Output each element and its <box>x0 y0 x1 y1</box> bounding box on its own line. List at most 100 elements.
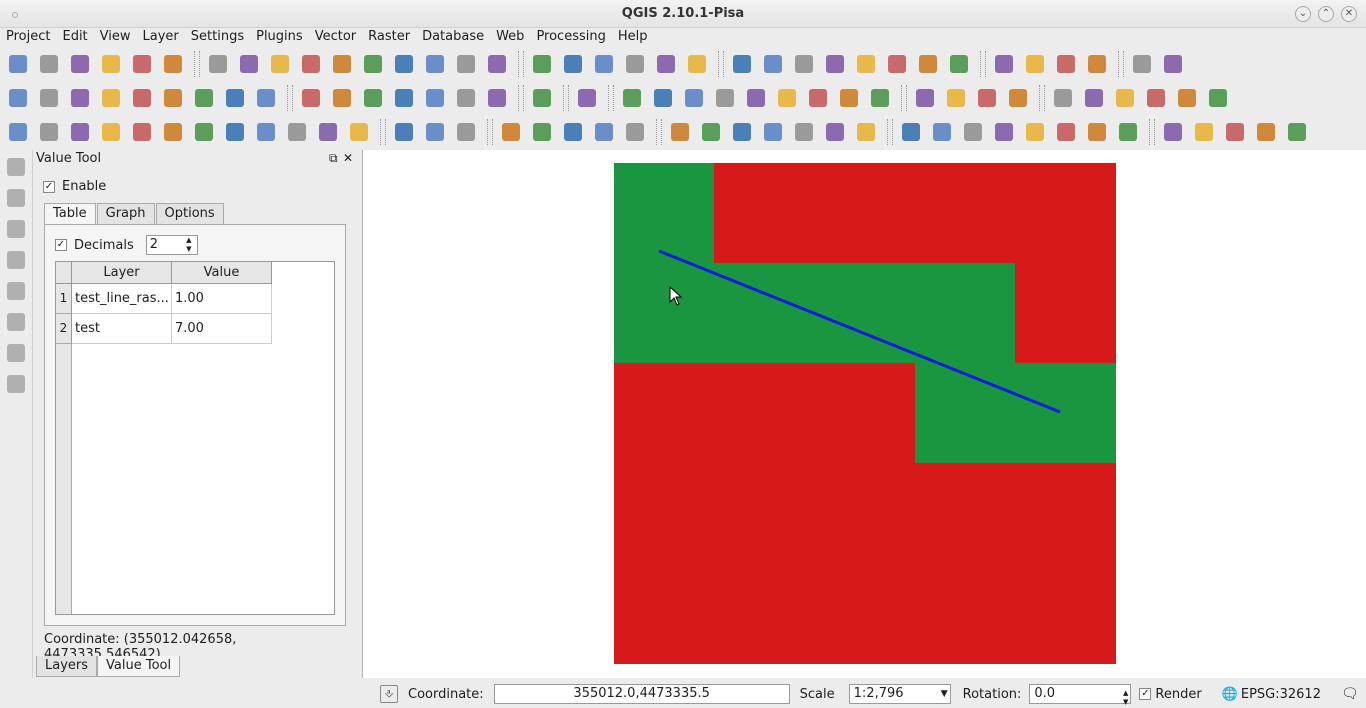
refresh-icon[interactable] <box>528 50 556 78</box>
menu-help[interactable]: Help <box>612 28 654 46</box>
add-feature-icon[interactable] <box>97 84 125 112</box>
zoom-plugin-icon[interactable] <box>559 118 587 146</box>
menu-edit[interactable]: Edit <box>56 28 93 46</box>
add-vertex-icon[interactable] <box>4 118 32 146</box>
wkt-tool-icon[interactable] <box>804 84 832 112</box>
map-plugin-icon[interactable] <box>421 118 449 146</box>
coordinate-field[interactable]: 355012.0,4473335.5 <box>493 684 790 704</box>
measure-tool-icon[interactable] <box>590 50 618 78</box>
zoom-layer-icon[interactable] <box>421 50 449 78</box>
search-icon[interactable] <box>897 118 925 146</box>
decimals-checkbox[interactable]: ✓ <box>55 239 67 251</box>
column-header-value[interactable]: Value <box>172 262 272 284</box>
pin-labels-icon[interactable] <box>390 84 418 112</box>
rotation-spinbox[interactable]: 0.0 ▲ ▼ <box>1029 684 1132 706</box>
zoom-last-icon[interactable] <box>452 50 480 78</box>
dock-close-icon[interactable]: ✕ <box>343 150 353 167</box>
scatter-icon[interactable] <box>728 118 756 146</box>
minimize-icon[interactable]: ⌄ <box>1295 6 1311 22</box>
edit-raster-icon[interactable] <box>942 84 970 112</box>
pan-icon[interactable] <box>204 50 232 78</box>
expression-select-icon[interactable] <box>683 50 711 78</box>
composer-manager-icon[interactable] <box>159 50 187 78</box>
zoom-out-icon[interactable] <box>297 50 325 78</box>
identify-plugin-icon[interactable] <box>680 84 708 112</box>
tool-icon[interactable] <box>1021 118 1049 146</box>
tool-icon[interactable] <box>1128 50 1156 78</box>
sun-alt-icon[interactable] <box>1173 84 1201 112</box>
layer-add-star-icon[interactable] <box>2 184 30 212</box>
menu-vector[interactable]: Vector <box>309 28 362 46</box>
render-checkbox[interactable]: ✓ <box>1139 688 1152 700</box>
profile-icon[interactable] <box>1049 84 1077 112</box>
globe-crs-icon[interactable]: 🌐 <box>1222 687 1238 702</box>
close-icon[interactable]: ✕ <box>1341 6 1357 22</box>
plugin-d-icon[interactable] <box>528 118 556 146</box>
tool-icon[interactable] <box>1252 118 1280 146</box>
hammer-icon[interactable] <box>2 308 30 336</box>
plugin-g-icon[interactable] <box>852 118 880 146</box>
decimals-spinbox[interactable]: 2 ▲ ▼ <box>145 235 198 255</box>
copy-left-icon[interactable] <box>2 370 30 398</box>
db-manager-icon[interactable] <box>573 84 601 112</box>
identify-icon[interactable] <box>559 50 587 78</box>
select-features-icon[interactable] <box>621 50 649 78</box>
toggle-editing-icon[interactable] <box>35 84 63 112</box>
save-as-icon[interactable] <box>97 50 125 78</box>
flame-icon[interactable] <box>790 118 818 146</box>
label-tool-icon[interactable] <box>359 84 387 112</box>
rotate-label-icon[interactable] <box>483 84 511 112</box>
save-edits-icon[interactable] <box>66 84 94 112</box>
globe-icon[interactable] <box>66 118 94 146</box>
csw-icon[interactable] <box>618 84 646 112</box>
table-left-icon[interactable] <box>2 339 30 367</box>
menu-database[interactable]: Database <box>416 28 490 46</box>
layer-remove-icon[interactable] <box>2 215 30 243</box>
statistics-icon[interactable] <box>759 50 787 78</box>
menu-project[interactable]: Project <box>0 28 56 46</box>
plugin-f-icon[interactable] <box>759 118 787 146</box>
annotation-icon[interactable] <box>852 50 880 78</box>
zoom-selection-icon[interactable] <box>390 50 418 78</box>
messages-icon[interactable]: 🗨 <box>1341 686 1359 702</box>
show-hide-labels-icon[interactable] <box>421 84 449 112</box>
curve-tool-icon[interactable] <box>1080 84 1108 112</box>
vertex-menu-icon[interactable] <box>283 118 311 146</box>
add-point-icon[interactable] <box>911 84 939 112</box>
show-bookmarks-icon[interactable] <box>914 50 942 78</box>
tab-options[interactable]: Options <box>155 203 224 225</box>
python-console-icon[interactable] <box>649 84 677 112</box>
text-annotation-icon[interactable] <box>945 50 973 78</box>
table-cell-layer[interactable]: test_line_ras... <box>72 284 172 314</box>
layer-labeling-icon[interactable] <box>328 84 356 112</box>
table-cell-value[interactable]: 1.00 <box>172 284 272 314</box>
gears-icon[interactable] <box>928 118 956 146</box>
edit-pencil-icon[interactable] <box>4 84 32 112</box>
column-header-layer[interactable]: Layer <box>72 262 172 284</box>
vector-node-icon[interactable] <box>2 246 30 274</box>
delete-selected-icon[interactable] <box>190 84 218 112</box>
grid-icon[interactable] <box>35 118 63 146</box>
menu-view[interactable]: View <box>94 28 137 46</box>
layer-add-icon[interactable] <box>128 118 156 146</box>
spin-down-icon[interactable]: ▼ <box>182 245 196 254</box>
maximize-icon[interactable]: ⌃ <box>1318 6 1334 22</box>
attribute-table-icon[interactable] <box>728 50 756 78</box>
plugin-a-icon[interactable] <box>314 118 342 146</box>
plugin-h-icon[interactable] <box>959 118 987 146</box>
measure-icon[interactable] <box>821 50 849 78</box>
move-label-icon[interactable] <box>452 84 480 112</box>
world-wms-icon[interactable] <box>159 118 187 146</box>
zoom-full-icon[interactable] <box>359 50 387 78</box>
zoom-in-icon[interactable] <box>266 50 294 78</box>
tool-icon[interactable] <box>1190 118 1218 146</box>
row-number[interactable]: 1 <box>56 284 72 314</box>
tool-icon[interactable] <box>1083 118 1111 146</box>
cut-features-icon[interactable] <box>221 84 249 112</box>
undo-icon[interactable] <box>835 84 863 112</box>
node-tool-icon[interactable] <box>159 84 187 112</box>
menu-raster[interactable]: Raster <box>362 28 416 46</box>
tool-icon[interactable] <box>1221 118 1249 146</box>
grid-plugin-icon[interactable] <box>497 118 525 146</box>
help-icon[interactable] <box>990 50 1018 78</box>
